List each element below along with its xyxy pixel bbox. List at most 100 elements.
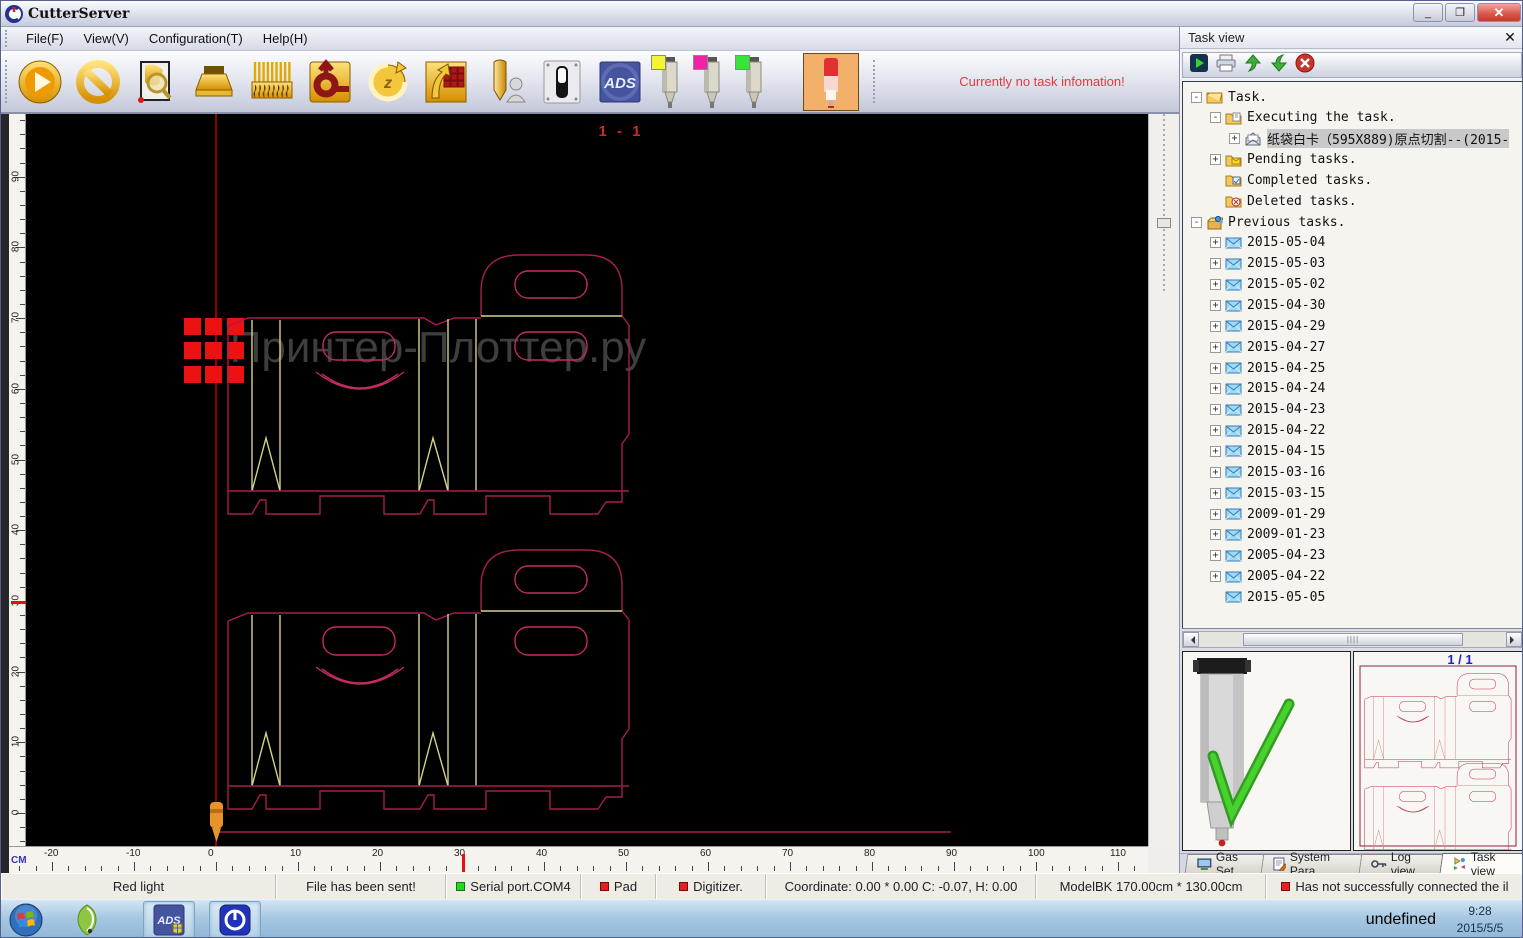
tree-item[interactable]: +2015-03-16 — [1210, 462, 1325, 482]
menu-file[interactable]: File(F) — [16, 28, 74, 49]
delete-task-button[interactable] — [1295, 53, 1315, 78]
run-task-button[interactable] — [1189, 53, 1209, 78]
zoom-slider-handle[interactable] — [1157, 218, 1171, 228]
clock-time: 9:28 — [1442, 903, 1518, 920]
tree-item[interactable]: +2015-04-27 — [1210, 337, 1325, 357]
tree-item[interactable]: +纸袋白卡（595X889)原点切割--(2015- — [1229, 129, 1509, 149]
tree-expander[interactable]: + — [1210, 467, 1221, 478]
tree-item[interactable]: +Pending tasks. — [1210, 150, 1357, 170]
tree-expander[interactable]: + — [1229, 133, 1240, 144]
pen-tool-1-button[interactable] — [649, 53, 691, 111]
tree-expander[interactable]: - — [1210, 112, 1221, 123]
zoom-slider-track[interactable] — [1163, 114, 1165, 294]
tree-item[interactable]: +2015-04-24 — [1210, 379, 1325, 399]
menu-configuration[interactable]: Configuration(T) — [139, 28, 253, 49]
tree-item[interactable]: +2005-04-23 — [1210, 546, 1325, 566]
ads-button[interactable]: ADS — [591, 53, 649, 111]
paper-feed-button[interactable] — [185, 53, 243, 111]
tree-expander[interactable]: - — [1191, 217, 1202, 228]
taskbar-clock[interactable]: 9:28 2015/5/5 — [1442, 903, 1518, 937]
tree-item[interactable]: Deleted tasks. — [1210, 191, 1357, 211]
tree-item[interactable]: +2015-04-30 — [1210, 296, 1325, 316]
menu-view[interactable]: View(V) — [74, 28, 139, 49]
tree-item[interactable]: +2015-04-23 — [1210, 400, 1325, 420]
restore-button[interactable]: ❐ — [1445, 3, 1475, 22]
tree-item[interactable]: +2015-05-04 — [1210, 233, 1325, 253]
tree-horizontal-scrollbar[interactable]: |||| — [1182, 631, 1523, 648]
tree-expander[interactable]: + — [1210, 425, 1221, 436]
main-toolbar: zADS Currently no task infomation! — [1, 51, 1179, 114]
tree-item[interactable]: -Previous tasks. — [1191, 212, 1345, 232]
start-button[interactable] — [11, 53, 69, 111]
tree-expander[interactable]: + — [1210, 258, 1221, 269]
toolbar-grip[interactable] — [5, 60, 7, 103]
tree-expander[interactable]: + — [1210, 237, 1221, 248]
toolbar-grip-2[interactable] — [873, 60, 875, 103]
tree-expander[interactable]: + — [1210, 383, 1221, 394]
move-up-button[interactable] — [1243, 53, 1263, 78]
tree-expander[interactable]: + — [1210, 404, 1221, 415]
h-ruler-label: 100 — [1028, 848, 1045, 859]
tree-expander[interactable]: + — [1210, 342, 1221, 353]
tree-item[interactable]: +2009-01-23 — [1210, 525, 1325, 545]
grid-move-button[interactable] — [417, 53, 475, 111]
tree-item[interactable]: +2015-04-15 — [1210, 441, 1325, 461]
tab-task-view[interactable]: Task view — [1439, 853, 1523, 873]
scroll-thumb[interactable]: |||| — [1243, 633, 1463, 646]
tree-expander[interactable]: + — [1210, 279, 1221, 290]
tree-expander[interactable]: + — [1210, 363, 1221, 374]
menu-help[interactable]: Help(H) — [253, 28, 318, 49]
green-led-icon — [456, 882, 465, 891]
tree-expander[interactable]: + — [1210, 550, 1221, 561]
tree-expander[interactable]: + — [1210, 571, 1221, 582]
tree-item[interactable]: +2015-03-15 — [1210, 483, 1325, 503]
tab-log-view[interactable]: Log view — [1359, 854, 1448, 873]
tree-expander[interactable]: + — [1210, 446, 1221, 457]
print-task-button[interactable] — [1215, 53, 1237, 78]
stop-button[interactable] — [69, 53, 127, 111]
scroll-right-arrow[interactable] — [1506, 632, 1522, 647]
menu-grip[interactable] — [5, 30, 12, 46]
tree-expander[interactable]: + — [1210, 509, 1221, 520]
tree-expander[interactable]: + — [1210, 154, 1221, 165]
set-origin-button[interactable] — [301, 53, 359, 111]
tab-gas-set[interactable]: Gas Set — [1185, 854, 1270, 873]
minimize-button[interactable]: _ — [1413, 3, 1443, 22]
move-down-button[interactable] — [1269, 53, 1289, 78]
pen-tool-2-button[interactable] — [691, 53, 733, 111]
drawing-canvas[interactable]: Принтер-Плоттер.ру 1 - 1 — [26, 114, 1148, 846]
tree-expander[interactable]: + — [1210, 529, 1221, 540]
[object Object][interactable]: undefined — [1366, 911, 1436, 929]
reset-z-button[interactable]: z — [359, 53, 417, 111]
scroll-left-arrow[interactable] — [1183, 632, 1199, 647]
start-button[interactable] — [9, 901, 43, 938]
cutterserver-app[interactable] — [209, 901, 261, 938]
tree-item[interactable]: 2015-05-05 — [1210, 587, 1325, 607]
tree-item[interactable]: -Task. — [1191, 87, 1267, 107]
tree-item[interactable]: +2015-05-03 — [1210, 254, 1325, 274]
coreldraw-app[interactable] — [71, 901, 103, 938]
tree-item[interactable]: +2015-05-02 — [1210, 275, 1325, 295]
tree-expander[interactable]: + — [1210, 488, 1221, 499]
tree-expander[interactable]: - — [1191, 92, 1202, 103]
comb-calibrate-button[interactable] — [243, 53, 301, 111]
tree-expander[interactable]: + — [1210, 321, 1221, 332]
close-button[interactable]: ✕ — [1477, 3, 1521, 22]
tree-item[interactable]: +2009-01-29 — [1210, 504, 1325, 524]
tree-item[interactable]: +2015-04-22 — [1210, 421, 1325, 441]
tree-item[interactable]: +2005-04-22 — [1210, 567, 1325, 587]
pen-tool-3-button[interactable] — [733, 53, 775, 111]
tree-item[interactable]: +2015-04-29 — [1210, 316, 1325, 336]
active-pen-tool-button[interactable] — [803, 53, 859, 111]
tree-expander[interactable]: + — [1210, 300, 1221, 311]
tab-system-para[interactable]: System Para — [1261, 854, 1368, 873]
preview-area: 1 / 1 — [1182, 651, 1523, 851]
tree-item[interactable]: +2015-04-25 — [1210, 358, 1325, 378]
tree-item[interactable]: Completed tasks. — [1210, 170, 1372, 190]
pen-user-button[interactable] — [475, 53, 533, 111]
preview-button[interactable] — [127, 53, 185, 111]
power-switch-button[interactable] — [533, 53, 591, 111]
ads-app[interactable]: ADS — [143, 901, 195, 938]
task-panel-close-icon[interactable]: ✕ — [1502, 29, 1518, 46]
tree-item[interactable]: -Executing the task. — [1210, 108, 1396, 128]
